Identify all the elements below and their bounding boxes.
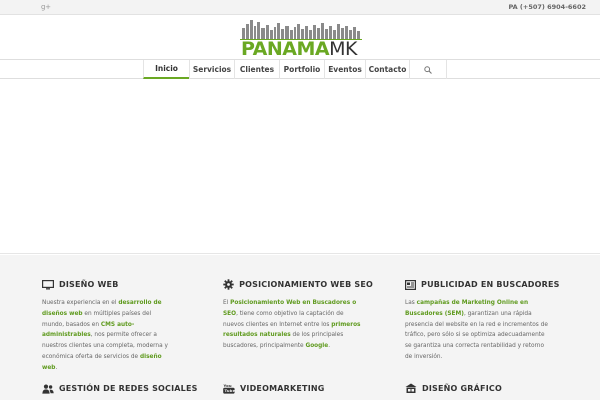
feature-publicidad: PUBLICIDAD EN BUSCADORES Las campañas de… xyxy=(405,279,559,363)
phone-number: PA (+507) 6904-6602 xyxy=(508,3,586,11)
features-section: DISEÑO WEB Nuestra experiencia en el des… xyxy=(0,255,600,400)
nav-item-servicios[interactable]: Servicios xyxy=(189,60,234,79)
body-text: . xyxy=(55,364,58,371)
feature-title: POSICIONAMIENTO WEB SEO xyxy=(239,280,373,289)
skyline-graphic xyxy=(240,20,362,40)
logo-wordmark: PANAMAMK xyxy=(241,38,357,60)
feature-title: GESTIÓN DE REDES SOCIALES xyxy=(59,384,198,393)
gear-icon xyxy=(223,279,234,290)
users-icon xyxy=(42,383,54,394)
feature-description: El Posicionamiento Web en Buscadores o S… xyxy=(223,298,363,352)
feature-diseno-grafico: DISEÑO GRÁFICO xyxy=(405,383,555,394)
nav-item-portfolio[interactable]: Portfolio xyxy=(279,60,324,79)
svg-text:Tube: Tube xyxy=(225,388,236,393)
feature-redes-sociales: GESTIÓN DE REDES SOCIALES xyxy=(42,383,197,394)
monitor-icon xyxy=(42,279,54,290)
feature-videomarketing: You Tube VIDEOMARKETING xyxy=(223,383,373,394)
nav-item-contacto[interactable]: Contacto xyxy=(365,60,409,79)
body-text: , garantizan una rápida presencia del we… xyxy=(405,310,548,360)
youtube-icon: You Tube xyxy=(223,383,235,394)
body-text: , tiene como objetivo la captación de nu… xyxy=(223,310,344,328)
search-button[interactable] xyxy=(409,60,447,79)
main-nav: Inicio Servicios Clientes Portfolio Even… xyxy=(0,59,600,79)
top-bar: g+ PA (+507) 6904-6602 xyxy=(0,0,600,15)
body-text: . xyxy=(328,343,331,350)
feature-description: Nuestra experiencia en el desarrollo de … xyxy=(42,298,174,374)
feature-title: PUBLICIDAD EN BUSCADORES xyxy=(421,280,560,289)
body-text: Nuestra experiencia en el xyxy=(42,300,119,306)
nav-item-inicio[interactable]: Inicio xyxy=(143,60,189,79)
site-logo[interactable]: PANAMAMK xyxy=(240,18,362,60)
google-plus-icon[interactable]: g+ xyxy=(41,3,51,11)
palette-icon xyxy=(405,383,417,394)
feature-seo: POSICIONAMIENTO WEB SEO El Posicionamien… xyxy=(223,279,373,352)
feature-diseno-web: DISEÑO WEB Nuestra experiencia en el des… xyxy=(42,279,192,374)
hero-slider xyxy=(0,80,600,254)
ad-board-icon xyxy=(405,279,416,290)
nav-item-eventos[interactable]: Eventos xyxy=(324,60,365,79)
feature-description: Las campañas de Marketing Online en Busc… xyxy=(405,298,550,363)
highlight-text: Google xyxy=(305,343,329,350)
search-icon xyxy=(424,65,432,74)
body-text: Las xyxy=(405,300,417,306)
feature-title: VIDEOMARKETING xyxy=(240,384,325,393)
nav-item-clientes[interactable]: Clientes xyxy=(234,60,279,79)
feature-title: DISEÑO GRÁFICO xyxy=(422,384,502,393)
feature-title: DISEÑO WEB xyxy=(59,280,119,289)
